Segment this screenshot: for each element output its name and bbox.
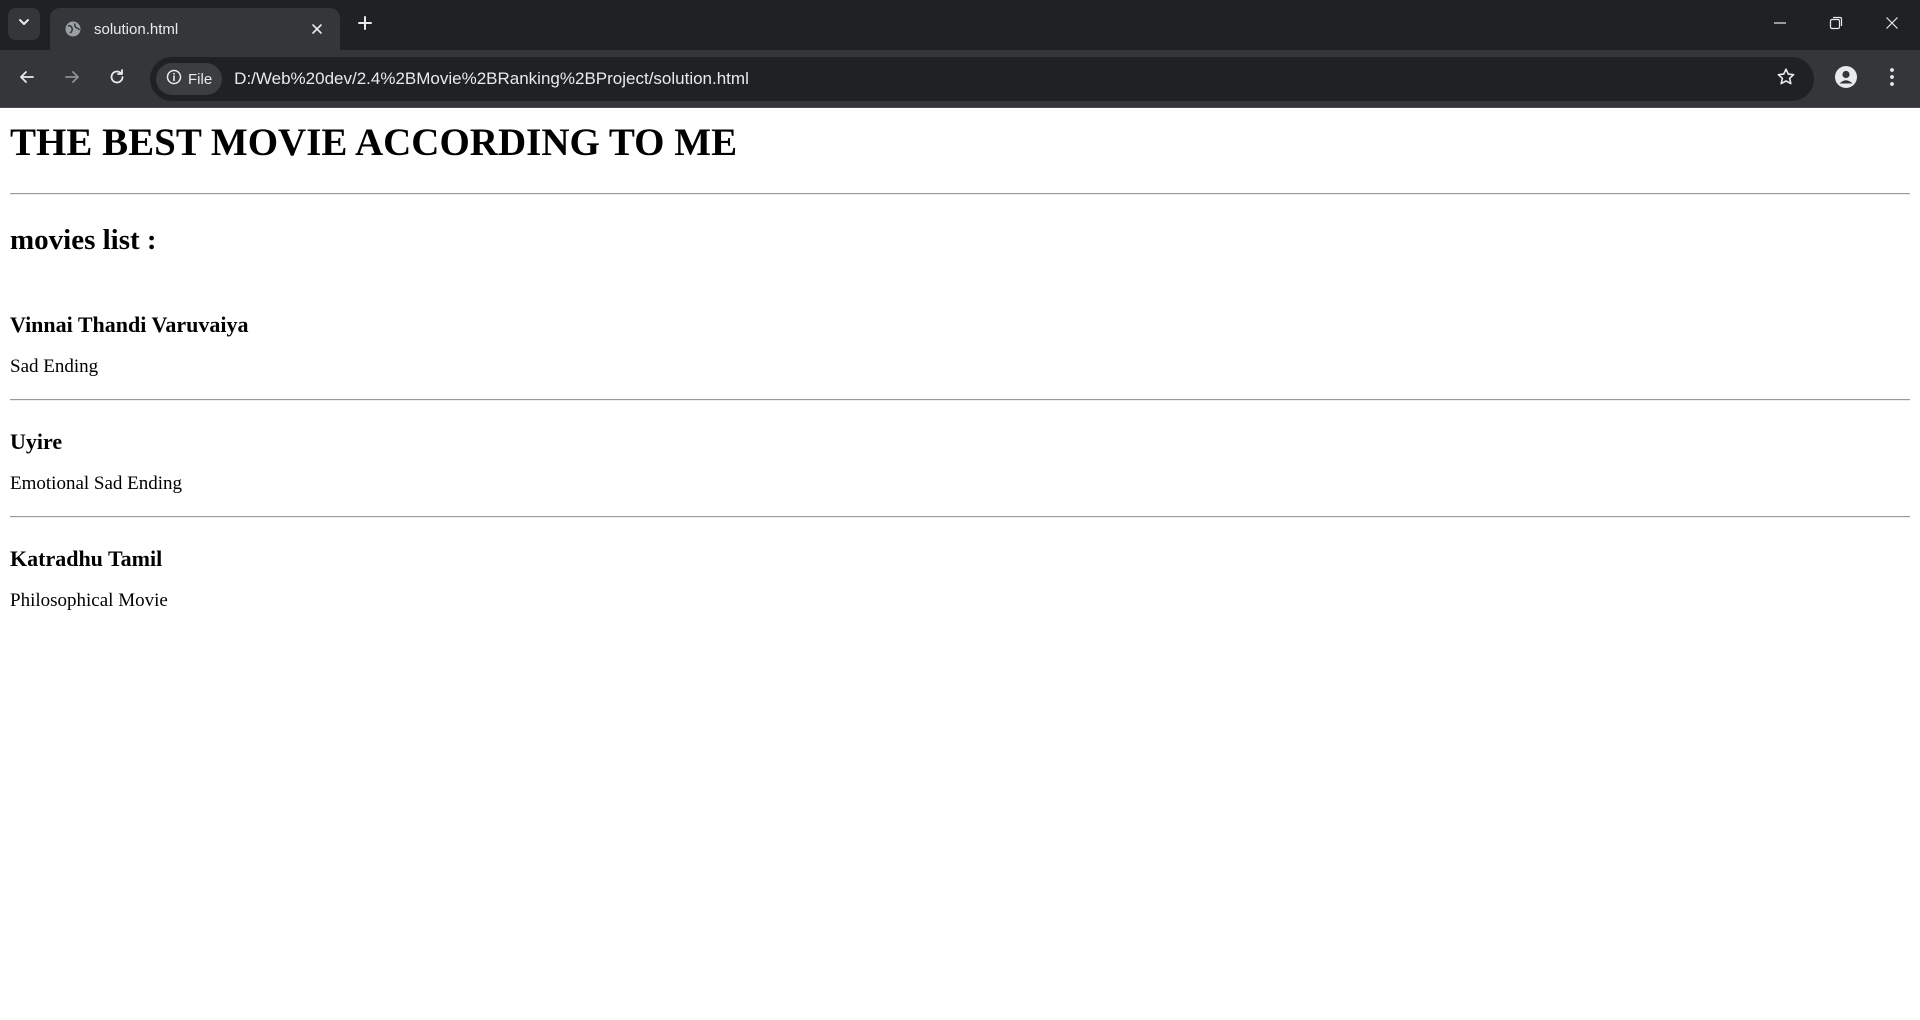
- chevron-down-icon: [17, 15, 31, 34]
- divider: [10, 192, 1910, 195]
- minimize-icon: [1773, 16, 1787, 35]
- movie-item: Katradhu Tamil Philosophical Movie: [10, 546, 1910, 613]
- new-tab-button[interactable]: [350, 10, 380, 40]
- info-icon: [166, 69, 182, 90]
- site-chip-label: File: [188, 70, 213, 88]
- close-icon[interactable]: [306, 18, 328, 40]
- tab-strip: solution.html: [0, 0, 1920, 50]
- movie-description: Philosophical Movie: [10, 590, 168, 612]
- tab-active[interactable]: solution.html: [50, 8, 340, 50]
- address-bar[interactable]: File D:/Web%20dev/2.4%2BMovie%2BRanking%…: [150, 57, 1814, 101]
- minimize-button[interactable]: [1752, 0, 1808, 50]
- bookmark-button[interactable]: [1770, 63, 1802, 95]
- window-controls: [1752, 0, 1920, 50]
- divider: [10, 515, 1910, 518]
- menu-button[interactable]: [1876, 63, 1908, 95]
- close-icon: [1885, 16, 1899, 35]
- reload-button[interactable]: [99, 61, 135, 97]
- movie-title: Vinnai Thandi Varuvaiya: [10, 311, 249, 337]
- section-heading: movies list :: [10, 223, 157, 256]
- movie-description: Emotional Sad Ending: [10, 473, 183, 495]
- star-icon: [1776, 67, 1796, 92]
- browser-toolbar: File D:/Web%20dev/2.4%2BMovie%2BRanking%…: [0, 50, 1920, 108]
- reload-icon: [108, 68, 126, 91]
- movie-description: Sad Ending: [10, 355, 99, 377]
- page-title: THE BEST MOVIE ACCORDING TO ME: [10, 121, 738, 164]
- close-window-button[interactable]: [1864, 0, 1920, 50]
- kebab-menu-icon: [1889, 67, 1895, 92]
- movie-item: Vinnai Thandi Varuvaiya Sad Ending: [10, 312, 1910, 379]
- site-info-chip[interactable]: File: [156, 63, 223, 95]
- restore-button[interactable]: [1808, 0, 1864, 50]
- restore-icon: [1829, 16, 1843, 35]
- forward-button[interactable]: [54, 61, 90, 97]
- plus-icon: [357, 15, 373, 36]
- movie-title: Katradhu Tamil: [10, 545, 163, 571]
- page-viewport: THE BEST MOVIE ACCORDING TO ME movies li…: [0, 108, 1920, 1020]
- profile-button[interactable]: [1830, 63, 1862, 95]
- tab-title: solution.html: [94, 20, 179, 38]
- movie-title: Uyire: [10, 428, 63, 454]
- tab-list-button[interactable]: [8, 8, 40, 40]
- divider: [10, 398, 1910, 401]
- arrow-right-icon: [63, 68, 81, 91]
- url-text[interactable]: D:/Web%20dev/2.4%2BMovie%2BRanking%2BPro…: [234, 69, 1770, 89]
- movie-item: Uyire Emotional Sad Ending: [10, 429, 1910, 496]
- globe-icon: [64, 20, 82, 38]
- browser-window: solution.html File D:/Web%20dev/2.4%2BMo…: [0, 0, 1920, 1020]
- back-button[interactable]: [9, 61, 45, 97]
- person-icon: [1834, 65, 1858, 94]
- arrow-left-icon: [18, 68, 36, 91]
